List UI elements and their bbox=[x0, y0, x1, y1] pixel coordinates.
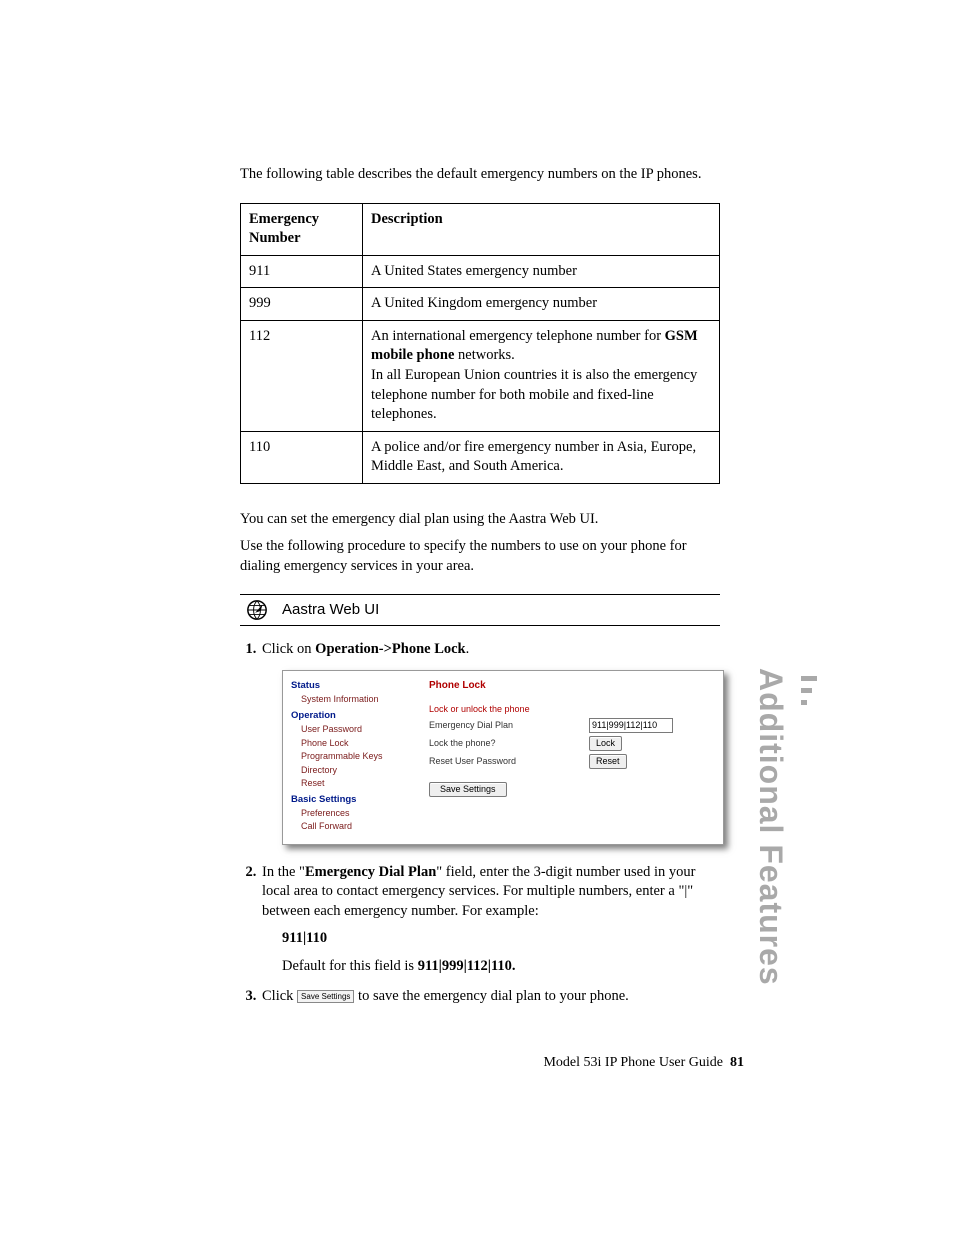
cell-number: 999 bbox=[241, 288, 363, 321]
nav-item[interactable]: Directory bbox=[291, 764, 411, 778]
emergency-numbers-table: Emergency Number Description 911 A Unite… bbox=[240, 203, 720, 484]
nav-item[interactable]: Programmable Keys bbox=[291, 750, 411, 764]
intro-text: The following table describes the defaul… bbox=[240, 165, 720, 185]
field-label: Lock the phone? bbox=[429, 737, 589, 749]
cell-description: A United States emergency number bbox=[363, 255, 720, 288]
th-number: Emergency Number bbox=[241, 203, 363, 255]
nav-heading-basic: Basic Settings bbox=[291, 793, 411, 807]
table-row: 999 A United Kingdom emergency number bbox=[241, 288, 720, 321]
step-3: Click Save Settings to save the emergenc… bbox=[260, 987, 720, 1007]
lock-unlock-link[interactable]: Lock or unlock the phone bbox=[429, 703, 530, 715]
panel-title: Phone Lock bbox=[429, 679, 713, 693]
desc-text: An international emergency telephone num… bbox=[371, 328, 665, 344]
desc-text: networks. bbox=[454, 347, 514, 363]
step-2: In the "Emergency Dial Plan" field, ente… bbox=[260, 863, 720, 977]
side-tab: Additional Features bbox=[752, 668, 789, 986]
lock-button[interactable]: Lock bbox=[589, 736, 622, 751]
globe-icon bbox=[246, 599, 268, 621]
nav-item[interactable]: Phone Lock bbox=[291, 737, 411, 751]
table-header-row: Emergency Number Description bbox=[241, 203, 720, 255]
cell-number: 110 bbox=[241, 431, 363, 483]
cell-number: 911 bbox=[241, 255, 363, 288]
step-text: . bbox=[466, 641, 470, 657]
cell-description: A United Kingdom emergency number bbox=[363, 288, 720, 321]
nav-item[interactable]: System Information bbox=[291, 693, 411, 707]
nav-item[interactable]: User Password bbox=[291, 723, 411, 737]
body-text: Use the following procedure to specify t… bbox=[240, 537, 720, 576]
example-text: 911|110 bbox=[282, 930, 327, 946]
step-1: Click on Operation->Phone Lock. Status S… bbox=[260, 640, 720, 844]
screenshot-figure: Status System Information Operation User… bbox=[282, 670, 724, 845]
nav-item[interactable]: Reset bbox=[291, 777, 411, 791]
table-row: 112 An international emergency telephone… bbox=[241, 320, 720, 431]
step-bold: Operation->Phone Lock bbox=[315, 641, 465, 657]
field-label: Reset User Password bbox=[429, 755, 589, 767]
table-row: 110 A police and/or fire emergency numbe… bbox=[241, 431, 720, 483]
cell-number: 112 bbox=[241, 320, 363, 431]
cell-description: A police and/or fire emergency number in… bbox=[363, 431, 720, 483]
cell-description: An international emergency telephone num… bbox=[363, 320, 720, 431]
nav-heading-status: Status bbox=[291, 679, 411, 693]
default-text: Default for this field is bbox=[282, 958, 418, 974]
page-number: 81 bbox=[730, 1055, 744, 1070]
table-row: 911 A United States emergency number bbox=[241, 255, 720, 288]
step-text: Click on bbox=[262, 641, 315, 657]
save-settings-button[interactable]: Save Settings bbox=[429, 782, 507, 797]
field-label: Emergency Dial Plan bbox=[429, 719, 589, 731]
default-bold: 911|999|112|110. bbox=[418, 958, 516, 974]
emergency-dial-plan-input[interactable] bbox=[589, 718, 673, 733]
step-text: Click bbox=[262, 988, 297, 1004]
step-bold: Emergency Dial Plan bbox=[305, 864, 436, 880]
desc-text: In all European Union countries it is al… bbox=[371, 367, 697, 422]
save-settings-inline-button: Save Settings bbox=[297, 990, 354, 1003]
nav-item[interactable]: Preferences bbox=[291, 807, 411, 821]
body-text: You can set the emergency dial plan usin… bbox=[240, 510, 720, 530]
nav-item[interactable]: Call Forward bbox=[291, 820, 411, 834]
webui-header: Aastra Web UI bbox=[240, 595, 720, 625]
reset-button[interactable]: Reset bbox=[589, 754, 627, 769]
step-text: In the " bbox=[262, 864, 305, 880]
th-description: Description bbox=[363, 203, 720, 255]
screenshot-nav: Status System Information Operation User… bbox=[283, 671, 419, 844]
webui-label: Aastra Web UI bbox=[282, 600, 379, 620]
page-footer: Model 53i IP Phone User Guide 81 bbox=[543, 1055, 744, 1071]
nav-heading-operation: Operation bbox=[291, 709, 411, 723]
screenshot-main: Phone Lock Lock or unlock the phone Emer… bbox=[419, 671, 723, 844]
footer-title: Model 53i IP Phone User Guide bbox=[543, 1055, 723, 1070]
step-text: to save the emergency dial plan to your … bbox=[358, 988, 629, 1004]
